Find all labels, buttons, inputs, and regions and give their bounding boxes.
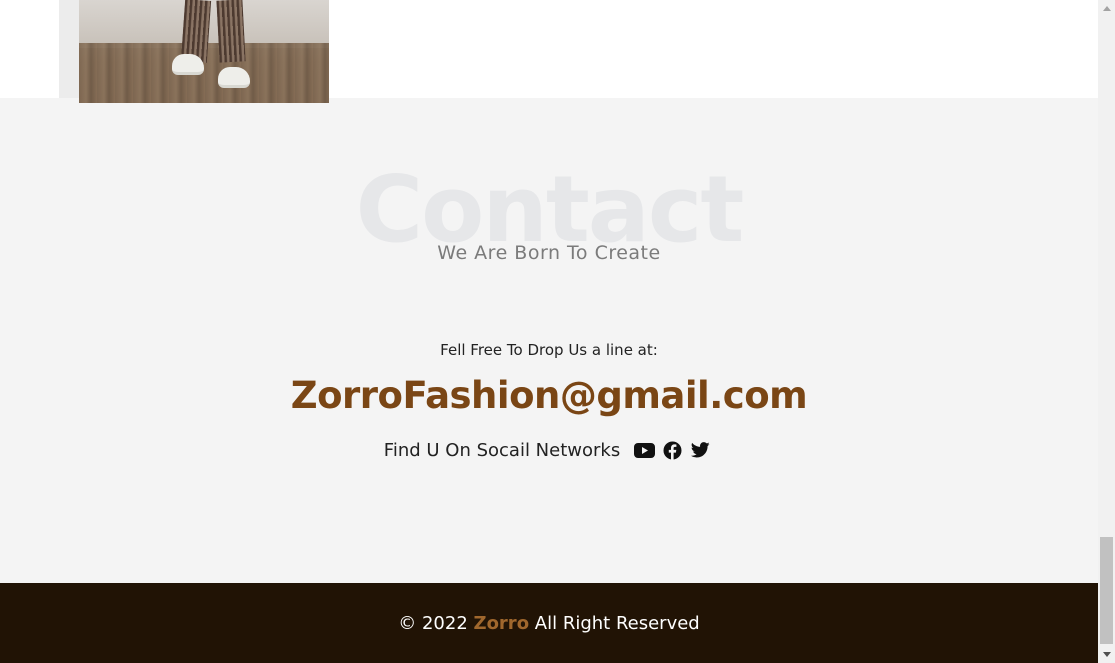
page: Contact We Are Born To Create Fell Free … [0, 0, 1115, 663]
vertical-scrollbar[interactable] [1098, 0, 1115, 663]
youtube-icon[interactable] [633, 439, 655, 461]
footer-copyright-suffix: All Right Reserved [534, 612, 700, 634]
twitter-icon[interactable] [689, 439, 711, 461]
gallery-photo[interactable] [79, 0, 329, 103]
scroll-up-arrow-icon[interactable] [1098, 0, 1115, 17]
gallery-backdrop [59, 0, 79, 98]
footer-brand: Zorro [473, 612, 530, 634]
contact-subtitle: We Are Born To Create [437, 242, 661, 264]
contact-section: Contact We Are Born To Create Fell Free … [0, 98, 1098, 583]
photo-left-shoe [172, 54, 204, 75]
footer-copyright: © 2022 Zorro All Right Reserved [398, 613, 699, 634]
contact-drop-line: Fell Free To Drop Us a line at: [440, 341, 658, 359]
photo-right-shoe [218, 67, 250, 88]
facebook-icon[interactable] [661, 439, 683, 461]
contact-email-link[interactable]: ZorroFashion@gmail.com [0, 374, 1098, 417]
social-networks-label: Find U On Socail Networks [383, 439, 621, 461]
scroll-down-arrow-icon[interactable] [1098, 646, 1115, 663]
social-networks-row: Find U On Socail Networks [0, 439, 1098, 461]
photo-right-leg [216, 0, 246, 63]
scrollbar-thumb[interactable] [1100, 537, 1113, 644]
footer-copyright-prefix: © 2022 [398, 612, 468, 634]
footer: © 2022 Zorro All Right Reserved [0, 583, 1098, 663]
page-content: Contact We Are Born To Create Fell Free … [0, 0, 1098, 663]
